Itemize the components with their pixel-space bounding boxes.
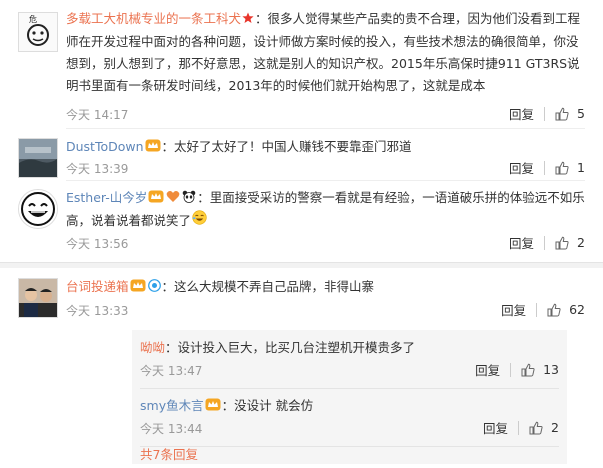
thumbs-up-icon: [521, 363, 535, 376]
comment-item: Esther-山今岁 ：里面接受采访的警察一看就是有经验，一语道破乐拼的体验远不如…: [0, 187, 603, 257]
star-badge-icon: [242, 9, 254, 31]
reply-text: 呦呦：设计投入巨大，比买几台注塑机开模贵多了: [140, 338, 559, 358]
reply-actions: 回复 2: [483, 418, 559, 437]
username-link[interactable]: smy鱼木言: [140, 398, 204, 413]
comment-actions: 回复 2: [509, 233, 585, 252]
reply-actions: 回复 13: [475, 360, 559, 379]
comment-time: 今天 14:17: [66, 108, 129, 122]
reply-item: smy鱼木言 ：没设计 就会仿 今天 13:44 回复 2: [132, 396, 567, 444]
comment-text: Esther-山今岁 ：里面接受采访的警察一看就是有经验，一语道破乐拼的体验远不如…: [66, 187, 585, 232]
like-count: 2: [551, 420, 559, 435]
avatar[interactable]: [18, 278, 58, 318]
reply-time: 今天 13:47: [140, 364, 203, 378]
comment-item: 危 多载工大机械专业的一条工科犬 ：很多人觉得某些产品卖的贵不合理，因为他们没看到…: [0, 8, 603, 128]
comment-time: 今天 13:33: [66, 304, 129, 318]
crown-badge-icon: [145, 137, 161, 159]
username-link[interactable]: Esther-山今岁: [66, 190, 147, 205]
avatar[interactable]: [18, 138, 58, 178]
like-count: 62: [569, 302, 585, 317]
like-button[interactable]: 62: [547, 302, 585, 317]
reply-divider: [140, 388, 559, 389]
avatar-image: 危: [19, 13, 57, 51]
reply-list: 呦呦：设计投入巨大，比买几台注塑机开模贵多了 今天 13:47 回复 13 sm…: [132, 330, 567, 464]
verified-badge-icon: [147, 277, 161, 299]
comment-divider: [66, 128, 585, 129]
comment-actions: 回复 5: [509, 104, 585, 123]
comment-meta: 今天 13:33 回复 62: [66, 300, 585, 320]
comment-text: 台词投递箱 ：这么大规模不弄自己品牌，非得山寨: [66, 276, 585, 299]
svg-text:危: 危: [29, 14, 37, 24]
like-button[interactable]: 1: [555, 160, 585, 175]
comment-text: DustToDown ：太好了太好了！中国人赚钱不要靠歪门邪道: [66, 136, 585, 159]
username-link[interactable]: 呦呦: [140, 340, 165, 355]
heart-badge-icon: [166, 188, 180, 210]
comment-item: DustToDown ：太好了太好了！中国人赚钱不要靠歪门邪道 今天 13:39 …: [0, 136, 603, 182]
action-separator: [544, 235, 546, 250]
reply-button[interactable]: 回复: [483, 418, 508, 437]
comment-meta: 今天 13:56 回复 2: [66, 233, 585, 253]
reply-button[interactable]: 回复: [509, 158, 534, 177]
comment-panel-2: 台词投递箱 ：这么大规模不弄自己品牌，非得山寨 今天 13:33 回复 62 呦…: [0, 268, 603, 468]
thumbs-up-icon: [555, 161, 569, 174]
comment-item: 台词投递箱 ：这么大规模不弄自己品牌，非得山寨 今天 13:33 回复 62 呦…: [0, 276, 603, 466]
username-link[interactable]: DustToDown: [66, 139, 144, 154]
crown-badge-icon: [205, 397, 221, 417]
view-more-replies-link[interactable]: 共7条回复: [140, 446, 198, 464]
thumbs-up-icon: [529, 421, 543, 434]
username-link[interactable]: 多载工大机械专业的一条工科犬: [66, 11, 241, 26]
avatar[interactable]: 危: [18, 12, 58, 52]
reply-text: smy鱼木言 ：没设计 就会仿: [140, 396, 559, 417]
avatar-image: [19, 190, 57, 228]
avatar-image: [19, 139, 57, 177]
like-count: 2: [577, 235, 585, 250]
comment-divider: [66, 180, 585, 181]
like-button[interactable]: 13: [521, 362, 559, 377]
reply-button[interactable]: 回复: [509, 233, 534, 252]
action-separator: [544, 160, 546, 175]
thumbs-up-icon: [555, 236, 569, 249]
reply-content: ：设计投入巨大，比买几台注塑机开模贵多了: [165, 340, 416, 355]
comment-time: 今天 13:56: [66, 237, 129, 251]
thumbs-up-icon: [547, 303, 561, 316]
reply-button[interactable]: 回复: [509, 104, 534, 123]
comment-panel-1: 危 多载工大机械专业的一条工科犬 ：很多人觉得某些产品卖的贵不合理，因为他们没看到…: [0, 0, 603, 263]
like-count: 5: [577, 106, 585, 121]
comment-time: 今天 13:39: [66, 162, 129, 176]
crown-badge-icon: [148, 188, 164, 210]
action-separator: [518, 420, 520, 435]
comment-meta: 今天 13:39 回复 1: [66, 158, 585, 178]
reply-meta: 今天 13:47 回复 13: [140, 360, 559, 380]
reply-button[interactable]: 回复: [501, 300, 526, 319]
reply-meta: 今天 13:44 回复 2: [140, 418, 559, 438]
reply-time: 今天 13:44: [140, 422, 203, 436]
like-button[interactable]: 2: [529, 420, 559, 435]
username-link[interactable]: 台词投递箱: [66, 279, 129, 294]
like-button[interactable]: 2: [555, 235, 585, 250]
panda-badge-icon: [182, 188, 196, 210]
like-count: 1: [577, 160, 585, 175]
avatar[interactable]: [18, 189, 58, 229]
thumbs-up-icon: [555, 107, 569, 120]
like-button[interactable]: 5: [555, 106, 585, 121]
reply-divider: [140, 446, 559, 447]
comment-content: ：这么大规模不弄自己品牌，非得山寨: [161, 279, 375, 294]
comment-content: ：太好了太好了！中国人赚钱不要靠歪门邪道: [161, 139, 412, 154]
avatar-image: [19, 279, 57, 317]
reply-button[interactable]: 回复: [475, 360, 500, 379]
reply-item: 呦呦：设计投入巨大，比买几台注塑机开模贵多了 今天 13:47 回复 13: [132, 338, 567, 386]
comment-text: 多载工大机械专业的一条工科犬 ：很多人觉得某些产品卖的贵不合理，因为他们没看到工程…: [66, 8, 585, 97]
laugh-emoji-icon: [192, 210, 207, 232]
action-separator: [510, 362, 512, 377]
action-separator: [544, 106, 546, 121]
comment-actions: 回复 62: [501, 300, 585, 319]
reply-content: ：没设计 就会仿: [221, 398, 314, 413]
action-separator: [536, 302, 538, 317]
like-count: 13: [543, 362, 559, 377]
comment-actions: 回复 1: [509, 158, 585, 177]
crown-badge-icon: [130, 277, 146, 299]
comment-meta: 今天 14:17 回复 5: [66, 104, 585, 124]
